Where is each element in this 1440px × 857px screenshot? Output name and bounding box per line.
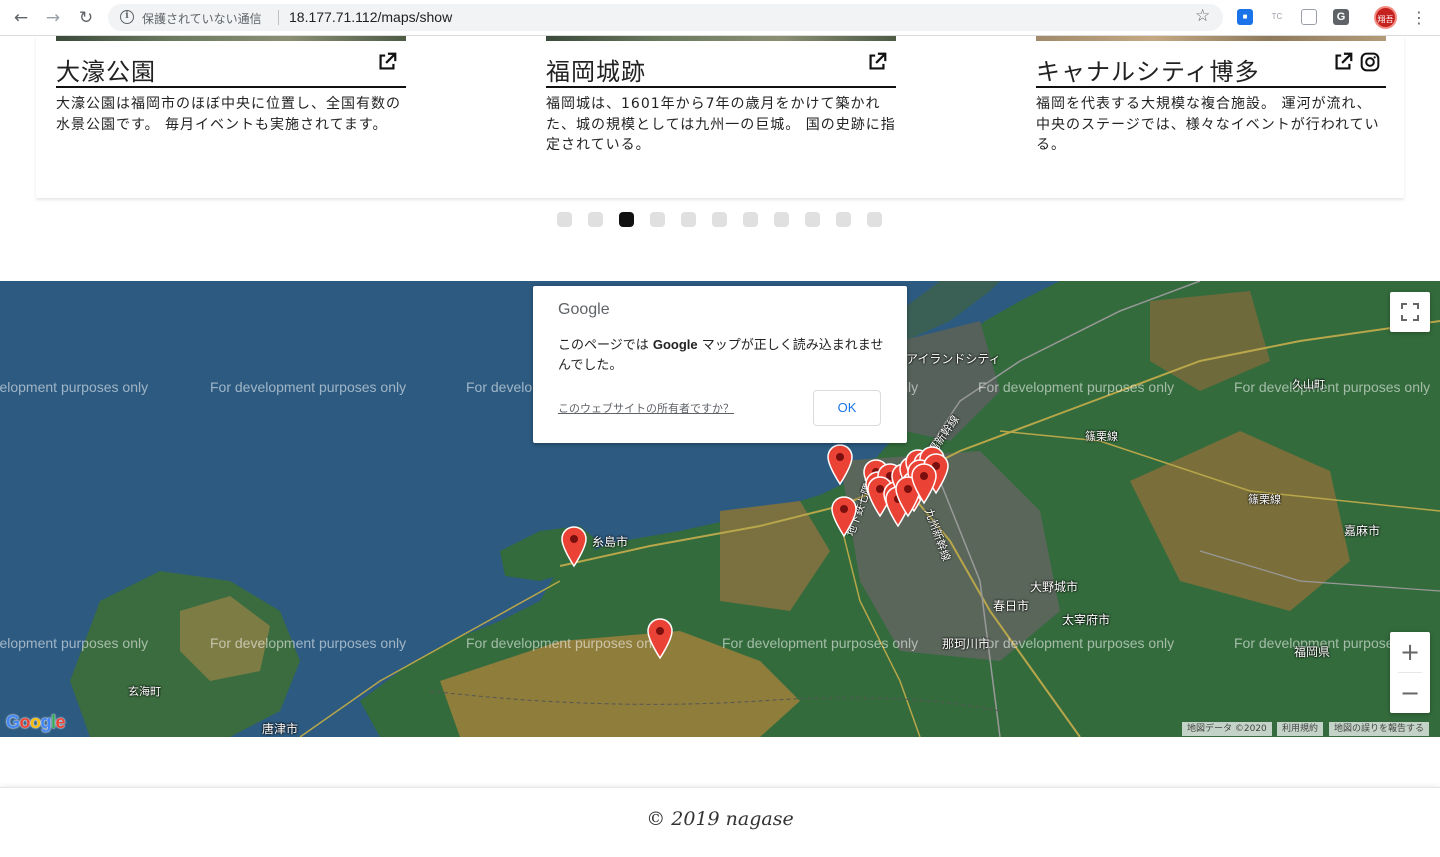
dev-watermark: For development purposes only — [1234, 379, 1431, 395]
carousel-dot[interactable] — [712, 212, 727, 227]
dev-watermark: For development purposes only — [210, 635, 407, 651]
place-label: 春日市 — [993, 599, 1030, 613]
map-marker-icon[interactable] — [646, 618, 674, 660]
spot-carousel: 大濠公園 大濠公園は福岡市のほぼ中央に位置し、全国有数の水景公園です。 毎月イベ… — [36, 36, 1404, 198]
back-arrow-icon[interactable]: ← — [10, 7, 32, 29]
dev-watermark: For development purposes only — [978, 635, 1175, 651]
zoom-in-button[interactable]: + — [1390, 632, 1430, 672]
spot-card: キャナルシティ博多 福岡を代表する大規模な複合施設。 運河が流れ、中央のステージ… — [1036, 36, 1386, 156]
address-bar[interactable]: i 保護されていない通信 18.177.71.112/maps/show ☆ — [108, 4, 1223, 31]
dev-watermark: For development purposes only — [0, 379, 149, 395]
extension-tc-icon[interactable]: TC — [1269, 9, 1285, 25]
google-map[interactable]: For development purposes only For develo… — [0, 281, 1440, 737]
external-link-icon[interactable] — [1332, 51, 1354, 73]
cast-icon[interactable] — [1301, 9, 1317, 25]
extension-g-icon[interactable]: G — [1333, 9, 1349, 25]
map-marker-icon[interactable] — [830, 496, 858, 538]
ok-button[interactable]: OK — [813, 390, 881, 426]
carousel-dot[interactable] — [588, 212, 603, 227]
external-link-icon[interactable] — [866, 51, 888, 73]
more-menu-icon[interactable]: ⋮ — [1411, 7, 1427, 29]
zoom-out-button[interactable]: − — [1390, 673, 1430, 713]
external-link-icon[interactable] — [376, 51, 398, 73]
spot-card-header: 大濠公園 — [56, 41, 406, 88]
dev-watermark: For development purposes only — [722, 635, 919, 651]
page-footer: © 2019 nagase — [0, 787, 1440, 857]
copyright: © 2019 nagase — [646, 808, 794, 830]
place-label: 唐津市 — [262, 722, 299, 736]
carousel-dot[interactable] — [867, 212, 882, 227]
bookmark-star-icon[interactable]: ☆ — [1195, 6, 1210, 26]
carousel-dot[interactable] — [681, 212, 696, 227]
terms-link[interactable]: 利用規約 — [1277, 722, 1324, 736]
spot-card-header: 福岡城跡 — [546, 41, 896, 88]
fullscreen-icon[interactable] — [1390, 292, 1430, 332]
place-label: 太宰府市 — [1062, 613, 1111, 627]
spot-description: 福岡を代表する大規模な複合施設。 運河が流れ、中央のステージでは、様々なイベント… — [1036, 96, 1380, 153]
dialog-google-brand: Google — [558, 301, 610, 318]
security-status: 保護されていない通信 — [142, 12, 262, 26]
spot-card-header: キャナルシティ博多 — [1036, 41, 1386, 88]
carousel-dot[interactable] — [650, 212, 665, 227]
spot-card: 大濠公園 大濠公園は福岡市のほぼ中央に位置し、全国有数の水景公園です。 毎月イベ… — [56, 36, 406, 135]
place-label: 嘉麻市 — [1344, 524, 1381, 538]
report-error-link[interactable]: 地図の誤りを報告する — [1329, 722, 1430, 736]
spot-card: 福岡城跡 福岡城は、1601年から7年の歳月をかけて築かれた、城の規模としては九… — [546, 36, 896, 156]
zoom-control: + − — [1390, 632, 1430, 713]
dev-watermark: For development purposes only — [978, 379, 1175, 395]
place-label: アイランドシティ — [906, 352, 1001, 366]
owner-link[interactable]: このウェブサイトの所有者ですか？ — [558, 400, 734, 416]
carousel-dot[interactable] — [557, 212, 572, 227]
dev-watermark: For development purposes only — [0, 635, 149, 651]
map-marker-icon[interactable] — [826, 444, 854, 486]
map-marker-icon[interactable] — [560, 526, 588, 568]
carousel-dot[interactable] — [619, 212, 634, 227]
place-label: 糸島市 — [592, 535, 629, 549]
dev-watermark: For development purposes only — [210, 379, 407, 395]
map-marker-icon[interactable] — [910, 463, 938, 505]
forward-arrow-icon[interactable]: → — [42, 7, 64, 29]
info-icon[interactable]: i — [120, 10, 134, 24]
spot-title: 福岡城跡 — [546, 58, 646, 86]
spot-title: キャナルシティ博多 — [1036, 58, 1260, 86]
place-label: 久山町 — [1292, 378, 1325, 391]
spot-title: 大濠公園 — [56, 58, 156, 86]
dev-watermark: For development purposes only — [466, 635, 663, 651]
url-text[interactable]: 18.177.71.112/maps/show — [289, 9, 452, 25]
carousel-dot[interactable] — [805, 212, 820, 227]
dialog-message: このページでは Google マップが正しく読み込まれませんでした。 — [558, 337, 884, 373]
reload-icon[interactable]: ↻ — [75, 7, 97, 29]
place-label: 福岡県 — [1294, 645, 1331, 659]
instagram-icon[interactable] — [1360, 52, 1380, 72]
carousel-dot[interactable] — [743, 212, 758, 227]
carousel-dot[interactable] — [836, 212, 851, 227]
map-data-attribution[interactable]: 地図データ ©2020 — [1182, 722, 1272, 736]
map-error-dialog: Google このページでは Google マップが正しく読み込まれませんでした… — [533, 286, 907, 443]
avatar[interactable]: 翔吾 — [1374, 6, 1397, 29]
extension-icon[interactable]: ■ — [1237, 9, 1253, 25]
browser-toolbar: ← → ↻ i 保護されていない通信 18.177.71.112/maps/sh… — [0, 0, 1440, 36]
place-label: 大野城市 — [1030, 580, 1079, 594]
divider — [278, 10, 279, 25]
google-logo[interactable]: Google — [6, 712, 66, 733]
carousel-dot[interactable] — [774, 212, 789, 227]
spot-description: 福岡城は、1601年から7年の歳月をかけて築かれた、城の規模としては九州一の巨城… — [546, 96, 896, 153]
place-label: 玄海町 — [128, 685, 161, 698]
spot-description: 大濠公園は福岡市のほぼ中央に位置し、全国有数の水景公園です。 毎月イベントも実施… — [56, 96, 401, 133]
place-label: 篠栗線 — [1085, 430, 1118, 443]
place-label: 篠栗線 — [1248, 493, 1281, 506]
place-label: 那珂川市 — [942, 637, 991, 651]
